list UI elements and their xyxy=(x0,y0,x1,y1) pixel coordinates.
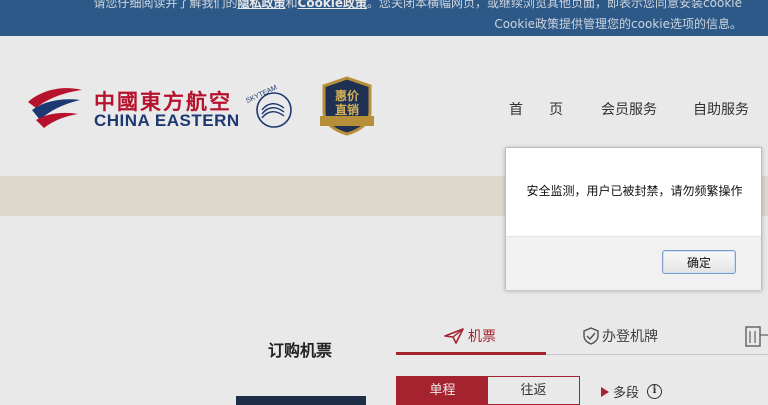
alert-message: 安全监测，用户已被封禁，请勿频繁操作 xyxy=(526,184,743,198)
ok-button[interactable]: 确定 xyxy=(662,250,736,274)
alert-dialog: 安全监测，用户已被封禁，请勿频繁操作 确定 xyxy=(505,147,762,290)
alert-footer: 确定 xyxy=(506,236,761,290)
